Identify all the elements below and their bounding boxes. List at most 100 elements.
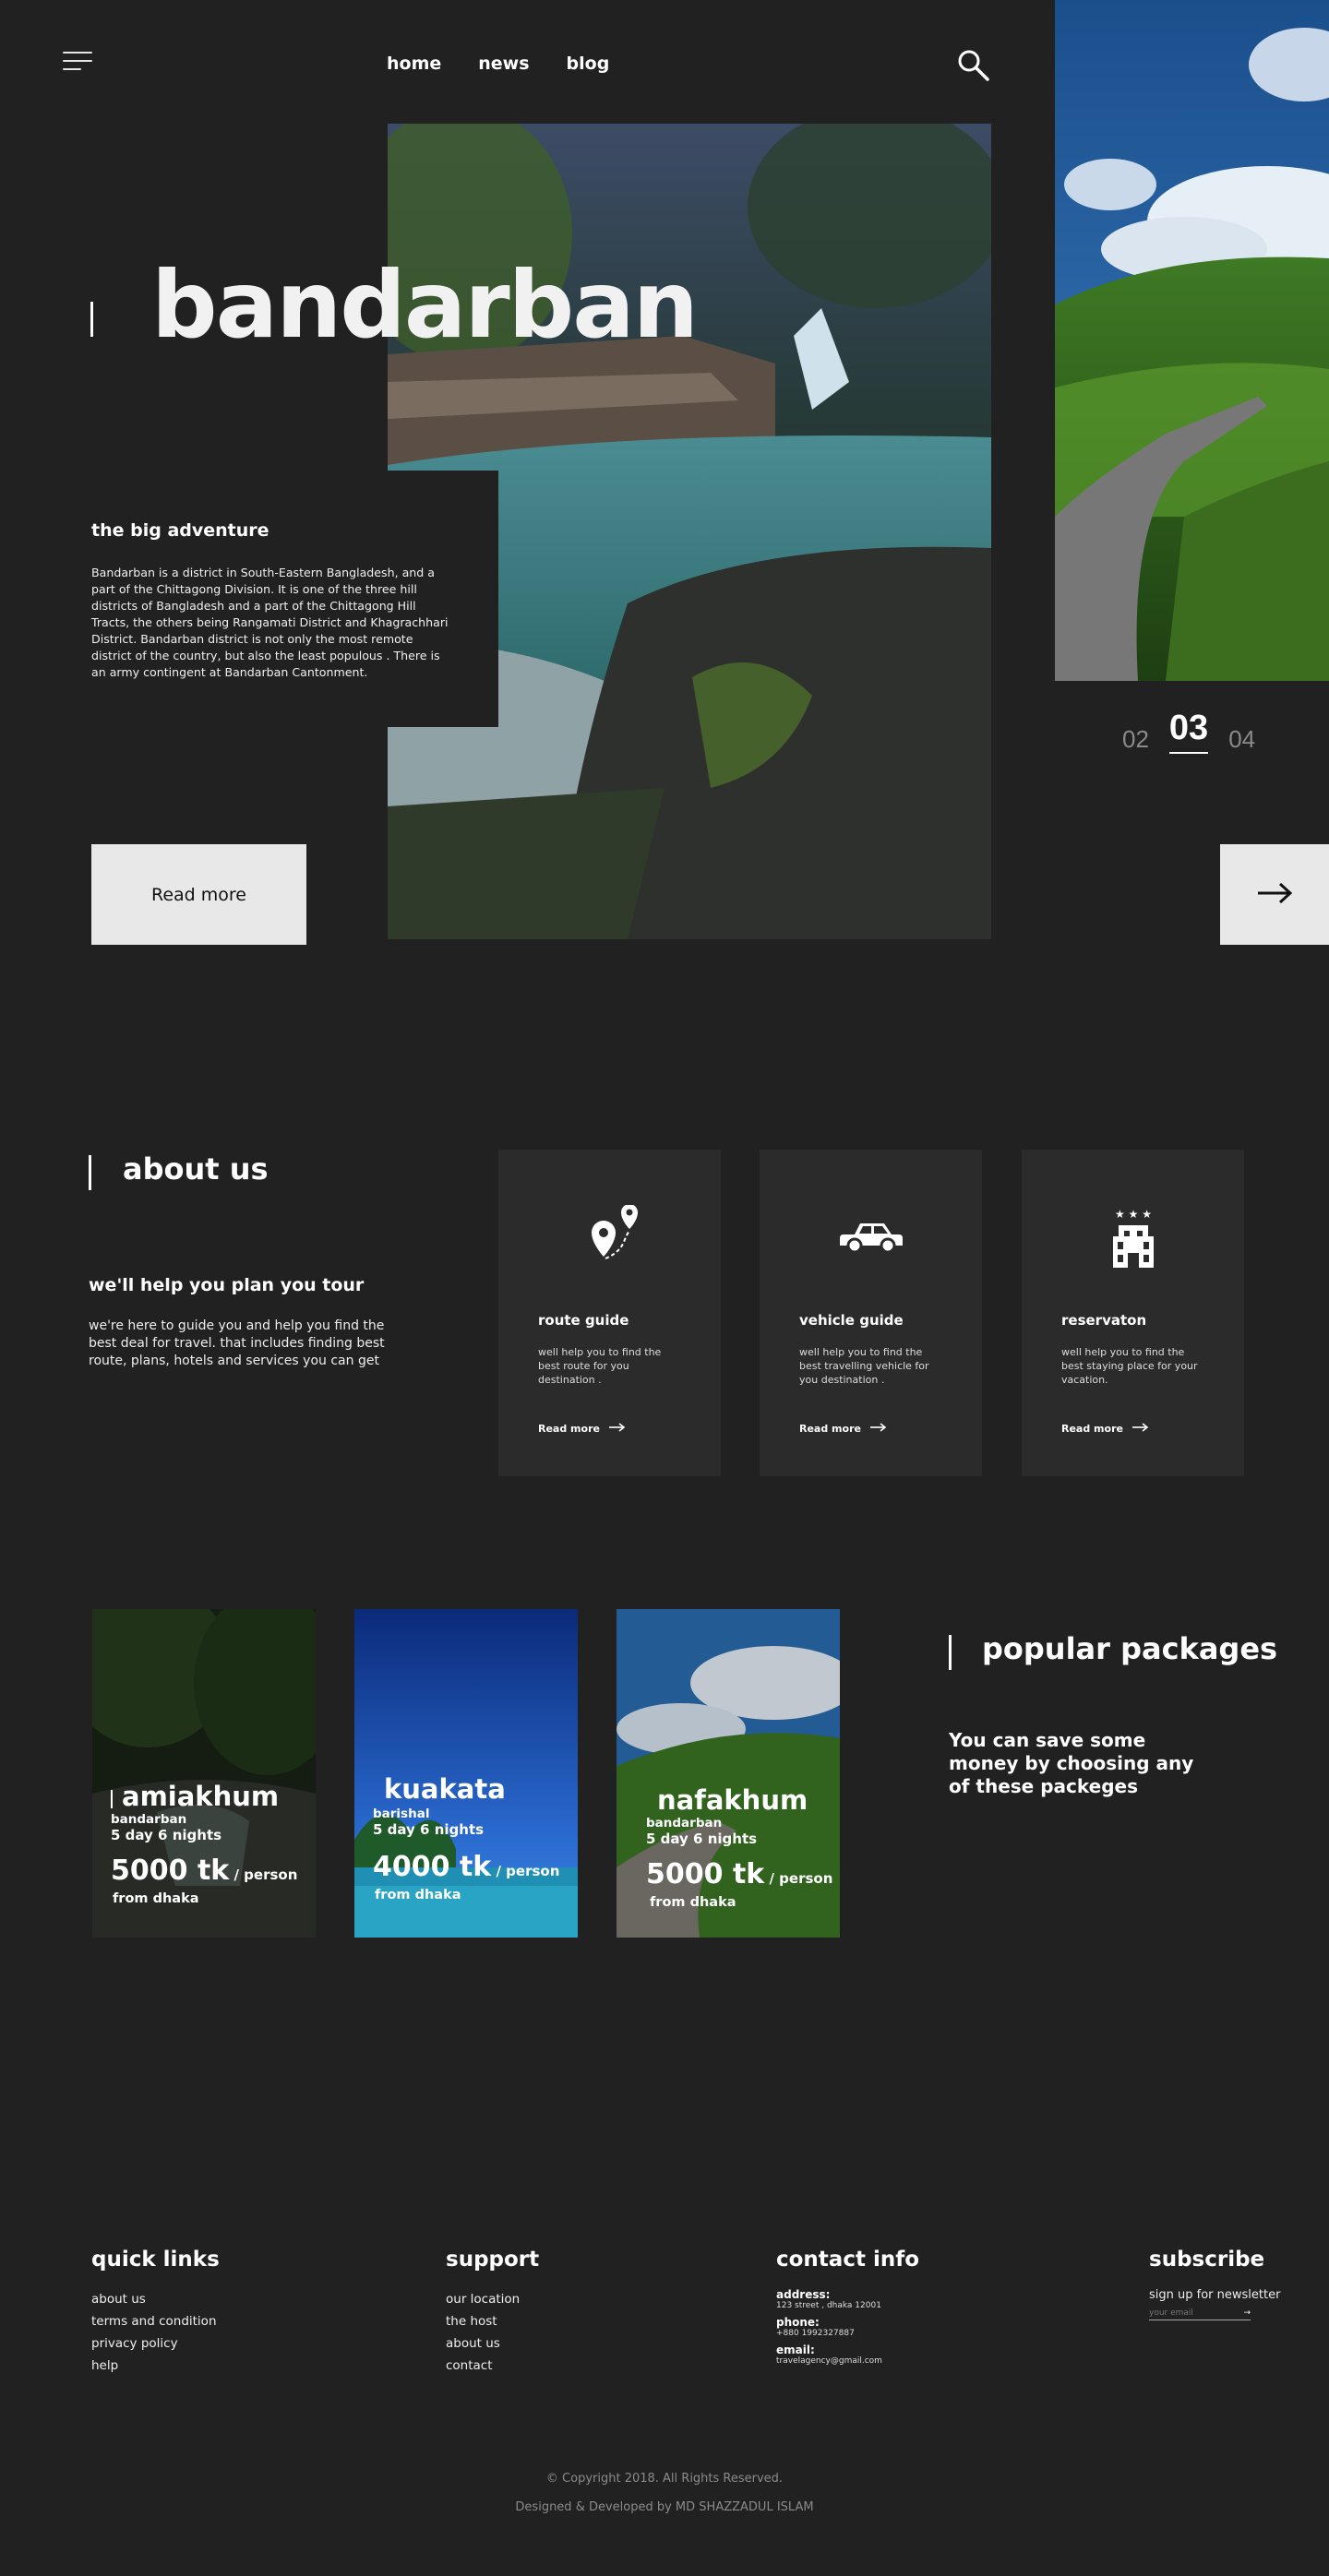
package-origin: from dhaka [375,1888,461,1902]
search-icon[interactable] [956,48,991,83]
price-value: 4000 tk [373,1851,492,1883]
link-label: Read more [538,1423,600,1435]
package-price: 5000 tk / person [111,1854,297,1887]
footer-support: support our location the host about us c… [446,2248,539,2377]
package-card-amiakhum[interactable]: amiakhum bandarban 5 day 6 nights 5000 tk… [92,1609,316,1938]
card-title: reservaton [1061,1312,1147,1329]
footer-link[interactable]: terms and condition [91,2310,220,2332]
route-pin-icon [498,1205,721,1279]
location-label: bandarban [111,1812,187,1827]
link-label: Read more [1061,1423,1123,1435]
footer-link[interactable]: contact [446,2355,539,2377]
email-value: travelagency@gmail.com [776,2356,882,2366]
address-value: 123 street , dhaka 12001 [776,2301,881,2310]
price-unit: / person [764,1870,833,1887]
title-accent-bar [90,302,93,337]
card-text: well help you to find the best staying p… [1061,1346,1198,1386]
credit: Designed & Developed by MD SHAZZADUL ISL… [515,2500,814,2514]
price-value: 5000 tk [646,1858,765,1890]
footer-heading: subscribe [1149,2248,1265,2272]
package-price: 4000 tk / person [373,1851,559,1883]
next-slide-button[interactable] [1220,844,1329,945]
card-read-more-link[interactable]: Read more [1061,1423,1149,1435]
service-card-route: route guide well help you to find the be… [498,1150,721,1476]
footer-quick-links: quick links about us terms and condition… [91,2248,220,2377]
pager-item-active[interactable]: 03 [1168,709,1209,754]
mountain-road-image [1055,0,1329,681]
package-card-kuakata[interactable]: kuakata barishal 5 day 6 nights 4000 tk /… [354,1609,578,1938]
package-origin: from dhaka [113,1891,199,1906]
nav-blog[interactable]: blog [567,54,610,74]
package-name: kuakata [384,1773,506,1805]
pager-item[interactable]: 02 [1122,725,1149,754]
service-card-vehicle: vehicle guide well help you to find the … [760,1150,982,1476]
nav-news[interactable]: news [478,54,529,74]
package-location: barishal 5 day 6 nights [373,1807,484,1838]
packages-title: popular packages [982,1631,1278,1666]
footer-link[interactable]: about us [91,2288,220,2310]
car-icon [760,1205,982,1279]
package-origin: from dhaka [650,1895,736,1910]
arrow-right-icon [1256,882,1293,907]
footer-link[interactable]: about us [446,2332,539,2355]
footer-link[interactable]: privacy policy [91,2332,220,2355]
hero-description: Bandarban is a district in South-Eastern… [91,566,449,679]
price-unit: / person [229,1866,298,1883]
footer-heading: quick links [91,2248,220,2272]
footer-heading: support [446,2248,540,2272]
card-text: well help you to find the best travellin… [799,1346,929,1386]
location-label: barishal [373,1807,430,1821]
card-read-more-link[interactable]: Read more [538,1423,626,1435]
footer-subscribe: subscribe sign up for newsletter your em… [1149,2248,1280,2320]
subscribe-text: sign up for newsletter [1149,2288,1281,2302]
hamburger-menu-icon[interactable] [63,52,92,72]
duration-label: 5 day 6 nights [111,1827,222,1843]
svg-text:★ ★ ★: ★ ★ ★ [1115,1208,1152,1221]
package-card-nafakhum[interactable]: nafakhum bandarban 5 day 6 nights 5000 tk… [617,1609,840,1938]
package-price: 5000 tk / person [646,1858,832,1890]
packages-accent-bar [949,1635,952,1670]
submit-arrow-icon[interactable]: → [1243,2308,1251,2318]
card-text: well help you to find the best route for… [538,1346,662,1386]
duration-label: 5 day 6 nights [373,1821,485,1838]
card-read-more-link[interactable]: Read more [799,1423,887,1435]
arrow-right-icon [869,1423,887,1435]
footer-link[interactable]: the host [446,2310,539,2332]
email-label: email: [776,2343,815,2356]
footer-contact: contact info address: 123 street , dhaka… [776,2248,919,2366]
nav-home[interactable]: home [387,54,441,74]
slide-pager: 02 03 04 [1122,709,1255,754]
pager-item[interactable]: 04 [1228,725,1255,754]
package-name: amiakhum [122,1781,280,1812]
phone-label: phone: [776,2316,820,2329]
name-accent-bar [111,1790,113,1808]
service-card-reservation: ★ ★ ★ reservaton well help you to find t… [1022,1150,1244,1476]
about-title: about us [123,1151,269,1187]
forest-stream-image [92,1609,316,1938]
hotel-icon: ★ ★ ★ [1022,1205,1244,1279]
location-label: bandarban [646,1816,723,1831]
phone-value: +880 1992327887 [776,2329,855,2338]
arrow-right-icon [608,1423,626,1435]
packages-description: You can save some money by choosing any … [949,1729,1194,1797]
read-more-button[interactable]: Read more [91,844,306,945]
card-title: route guide [538,1312,629,1329]
package-location: bandarban 5 day 6 nights [646,1816,757,1847]
arrow-right-icon [1131,1423,1149,1435]
card-title: vehicle guide [799,1312,904,1329]
about-accent-bar [89,1155,91,1190]
copyright: © Copyright 2018. All Rights Reserved. [545,2472,784,2486]
hero-title: bandarban [151,251,699,359]
about-description: we're here to guide you and help you fin… [89,1318,385,1368]
price-unit: / person [491,1863,560,1879]
footer-link[interactable]: help [91,2355,220,2377]
email-subscribe-field[interactable]: your email → [1149,2308,1251,2320]
package-location: bandarban 5 day 6 nights [111,1812,222,1843]
footer-link[interactable]: our location [446,2288,539,2310]
package-name: nafakhum [657,1784,808,1816]
link-label: Read more [799,1423,861,1435]
price-value: 5000 tk [111,1854,230,1887]
email-input-placeholder[interactable]: your email [1149,2308,1193,2318]
footer-heading: contact info [776,2248,920,2272]
about-subtitle: we'll help you plan you tour [89,1275,365,1295]
